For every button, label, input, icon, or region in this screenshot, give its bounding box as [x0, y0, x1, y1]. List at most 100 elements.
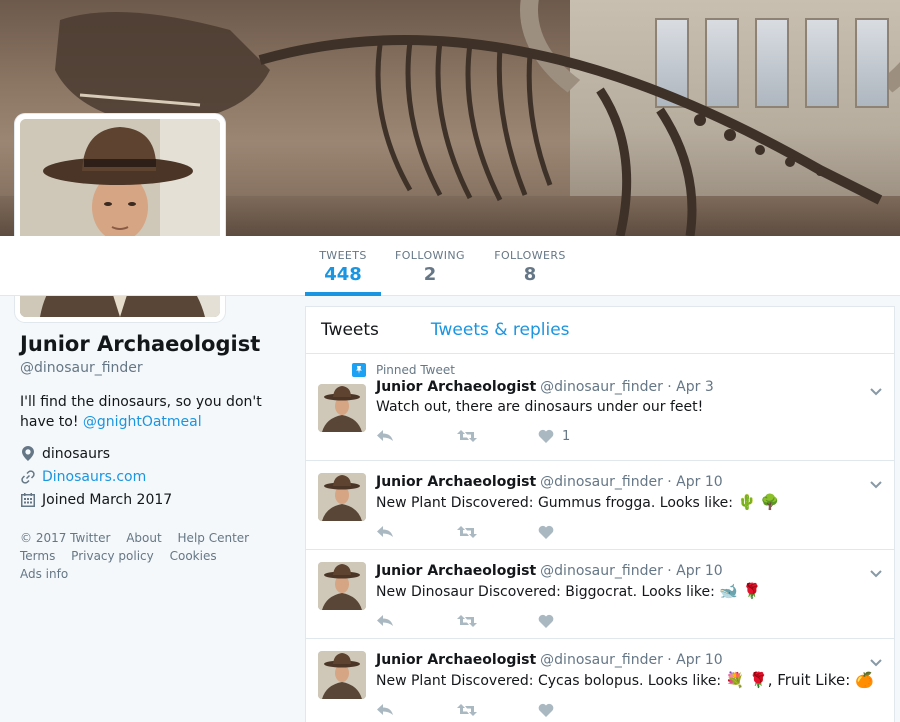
profile-page: TWEETS 448 FOLLOWING 2 FOLLOWERS 8 Junio…: [0, 0, 900, 722]
heart-icon: [538, 525, 554, 539]
stat-value: 8: [523, 264, 537, 285]
tweet-avatar[interactable]: [318, 651, 366, 699]
reply-icon: [376, 614, 394, 628]
chevron-down-icon[interactable]: [870, 474, 882, 489]
chevron-down-icon[interactable]: [870, 563, 882, 578]
calendar-icon: [20, 492, 36, 508]
tweet-text: Watch out, there are dinosaurs under our…: [376, 397, 894, 417]
profile-bio: I'll find the dinosaurs, so you don't ha…: [20, 392, 290, 432]
footer-cookies-link[interactable]: Cookies: [170, 549, 217, 563]
tweet-avatar[interactable]: [318, 384, 366, 432]
tweet-author-name[interactable]: Junior Archaeologist: [376, 652, 536, 668]
footer-about-link[interactable]: About: [126, 531, 161, 545]
footer-terms-link[interactable]: Terms: [20, 549, 55, 563]
tweet-header: Junior Archaeologist @dinosaur_finder · A…: [376, 650, 894, 670]
stat-followers[interactable]: FOLLOWERS 8: [492, 236, 568, 296]
bio-mention-link[interactable]: @gnightOatmeal: [83, 414, 202, 430]
stat-following[interactable]: FOLLOWING 2: [392, 236, 468, 296]
profile-meta: dinosaurs Dinosaurs.com Joined March 201…: [20, 442, 290, 511]
stat-value: 448: [324, 264, 362, 285]
reply-button[interactable]: [376, 429, 457, 443]
like-button[interactable]: [538, 525, 619, 539]
footer-ads-link[interactable]: Ads info: [20, 567, 68, 581]
pin-icon: [352, 363, 366, 377]
tweet-emoji: 🐋 🌹: [719, 582, 762, 600]
tweet-text-body: New Plant Discovered: Gummus frogga. Loo…: [376, 495, 738, 511]
tweet-actions: [376, 610, 894, 632]
reply-button[interactable]: [376, 614, 457, 628]
profile-joined: Joined March 2017: [20, 488, 290, 511]
tweet-emoji: 💐 🌹, Fruit Like: 🍊: [725, 671, 874, 689]
footer-help-link[interactable]: Help Center: [178, 531, 250, 545]
tweet-item[interactable]: Junior Archaeologist @dinosaur_finder · A…: [306, 639, 894, 722]
tweet-item[interactable]: Pinned Tweet Junior Archaeologist @dinosa…: [306, 354, 894, 461]
tweet-text-body: Watch out, there are dinosaurs under our…: [376, 399, 704, 415]
profile-location: dinosaurs: [20, 442, 290, 465]
tweet-author-name[interactable]: Junior Archaeologist: [376, 474, 536, 490]
tweet-item[interactable]: Junior Archaeologist @dinosaur_finder · A…: [306, 550, 894, 639]
footer-copyright: © 2017 Twitter: [20, 531, 111, 545]
retweet-button[interactable]: [457, 614, 538, 628]
profile-card: Junior Archaeologist @dinosaur_finder I'…: [20, 332, 290, 511]
tweet-timeline: Tweets Tweets & replies Pinned Tweet Jun…: [305, 306, 895, 722]
tab-tweets-replies[interactable]: Tweets & replies: [416, 320, 585, 340]
tweet-text: New Plant Discovered: Cycas bolopus. Loo…: [376, 670, 894, 691]
profile-website: Dinosaurs.com: [20, 465, 290, 488]
like-count: 1: [562, 428, 571, 444]
website-link[interactable]: Dinosaurs.com: [42, 469, 146, 485]
tweet-header: Junior Archaeologist @dinosaur_finder · A…: [376, 472, 894, 492]
reply-icon: [376, 703, 394, 717]
retweet-icon: [457, 614, 477, 628]
tweet-avatar[interactable]: [318, 562, 366, 610]
reply-button[interactable]: [376, 525, 457, 539]
link-icon: [20, 469, 36, 485]
tweet-header: Junior Archaeologist @dinosaur_finder · A…: [376, 561, 894, 581]
profile-name[interactable]: Junior Archaeologist: [20, 332, 290, 356]
heart-icon: [538, 703, 554, 717]
like-button[interactable]: 1: [538, 429, 619, 444]
reply-icon: [376, 429, 394, 443]
reply-button[interactable]: [376, 703, 457, 717]
tweet-text-body: New Dinosaur Discovered: Biggocrat. Look…: [376, 584, 720, 600]
stat-value: 2: [423, 264, 437, 285]
tweet-handle-date[interactable]: @dinosaur_finder · Apr 10: [540, 652, 723, 668]
tweet-text-body: New Plant Discovered: Cycas bolopus. Loo…: [376, 673, 726, 689]
tweet-text: New Dinosaur Discovered: Biggocrat. Look…: [376, 581, 894, 602]
tweet-emoji: 🌵 🌳: [737, 493, 780, 511]
tweet-handle-date[interactable]: @dinosaur_finder · Apr 3: [540, 379, 714, 395]
like-button[interactable]: [538, 614, 619, 628]
profile-nav: TWEETS 448 FOLLOWING 2 FOLLOWERS 8: [0, 236, 900, 296]
site-footer: © 2017 Twitter About Help Center Terms P…: [20, 529, 290, 583]
tweet-text: New Plant Discovered: Gummus frogga. Loo…: [376, 492, 894, 513]
tab-tweets[interactable]: Tweets: [306, 320, 394, 340]
like-button[interactable]: [538, 703, 619, 717]
chevron-down-icon[interactable]: [870, 381, 882, 396]
tweet-actions: 1: [376, 425, 894, 447]
retweet-button[interactable]: [457, 429, 538, 443]
heart-icon: [538, 614, 554, 628]
pinned-indicator: Pinned Tweet: [352, 363, 894, 377]
footer-privacy-link[interactable]: Privacy policy: [71, 549, 154, 563]
tweet-actions: [376, 521, 894, 543]
stat-label: FOLLOWING: [395, 249, 465, 262]
retweet-icon: [457, 525, 477, 539]
tweet-header: Junior Archaeologist @dinosaur_finder · A…: [376, 377, 894, 397]
profile-handle[interactable]: @dinosaur_finder: [20, 360, 290, 376]
retweet-button[interactable]: [457, 525, 538, 539]
tweet-avatar[interactable]: [318, 473, 366, 521]
tweet-author-name[interactable]: Junior Archaeologist: [376, 379, 536, 395]
tweet-author-name[interactable]: Junior Archaeologist: [376, 563, 536, 579]
stat-label: FOLLOWERS: [494, 249, 566, 262]
reply-icon: [376, 525, 394, 539]
retweet-icon: [457, 429, 477, 443]
tweet-handle-date[interactable]: @dinosaur_finder · Apr 10: [540, 474, 723, 490]
stat-tweets[interactable]: TWEETS 448: [305, 236, 381, 296]
retweet-button[interactable]: [457, 703, 538, 717]
location-text: dinosaurs: [42, 445, 111, 462]
chevron-down-icon[interactable]: [870, 652, 882, 667]
joined-text: Joined March 2017: [42, 491, 173, 508]
heart-icon: [538, 429, 554, 443]
map-pin-icon: [20, 446, 36, 462]
tweet-item[interactable]: Junior Archaeologist @dinosaur_finder · A…: [306, 461, 894, 550]
tweet-handle-date[interactable]: @dinosaur_finder · Apr 10: [540, 563, 723, 579]
